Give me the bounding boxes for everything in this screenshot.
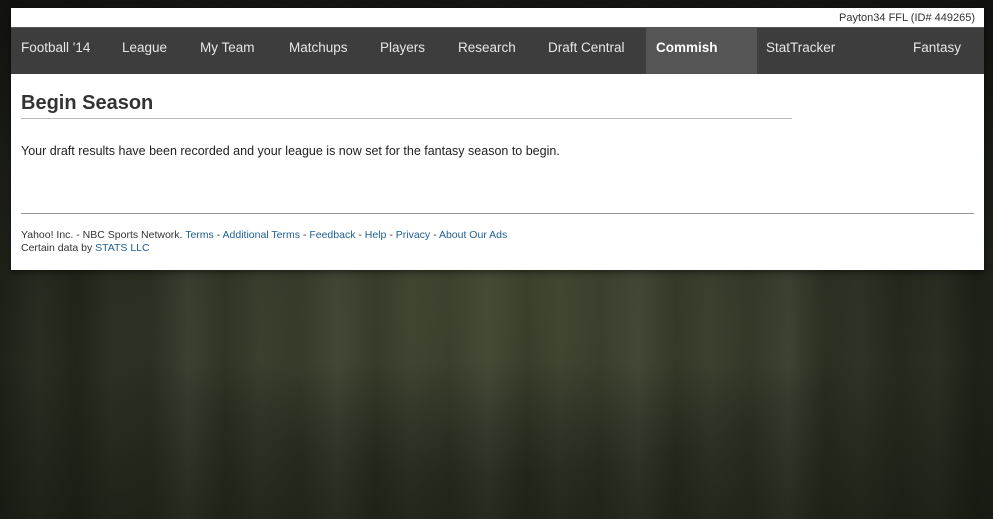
help-link[interactable]: Help [365,229,387,241]
title-divider [21,118,792,119]
nav-item-my-team[interactable]: My Team [190,28,265,74]
league-info: Payton34 FFL (ID# 449265) [839,12,975,24]
nav-item-league[interactable]: League [112,28,177,74]
league-info-bar: Payton34 FFL (ID# 449265) [11,8,984,27]
nav-item-players[interactable]: Players [370,28,435,74]
additional-terms-link[interactable]: Additional Terms [223,229,300,241]
page-title: Begin Season [21,92,154,114]
footer-separator: - [433,229,437,241]
nav-item-stattracker[interactable]: StatTracker [756,28,845,74]
stats-llc-link[interactable]: STATS LLC [95,242,149,254]
footer-divider [21,213,974,214]
footer-line-2: Certain data by STATS LLC [21,242,507,255]
main-nav: Football '14 League My Team Matchups Pla… [11,27,984,95]
nav-item-commish-tools[interactable]: Commish Tools [646,28,757,95]
status-message: Your draft results have been recorded an… [21,144,560,158]
nav-item-fantasy[interactable]: Fantasy [903,28,971,74]
data-credit-label: Certain data by [21,241,93,254]
feedback-link[interactable]: Feedback [309,229,355,241]
nav-item-research[interactable]: Research [448,28,526,74]
nav-item-draft-central[interactable]: Draft Central [538,28,635,74]
footer-separator: - [389,229,393,241]
footer-separator: - [358,229,362,241]
terms-link[interactable]: Terms [185,229,214,241]
about-ads-link[interactable]: About Our Ads [439,229,507,241]
content-panel: Payton34 FFL (ID# 449265) Football '14 L… [11,8,984,270]
nav-item-football[interactable]: Football '14 [11,28,100,74]
footer-separator: - [302,229,307,241]
footer-copyright: Yahoo! Inc. - NBC Sports Network. [21,229,183,241]
footer-line-1: Yahoo! Inc. - NBC Sports Network. Terms … [21,229,507,242]
footer: Yahoo! Inc. - NBC Sports Network. Terms … [21,229,507,254]
footer-separator: - [216,229,221,241]
nav-item-matchups[interactable]: Matchups [279,28,358,74]
privacy-link[interactable]: Privacy [396,229,430,241]
